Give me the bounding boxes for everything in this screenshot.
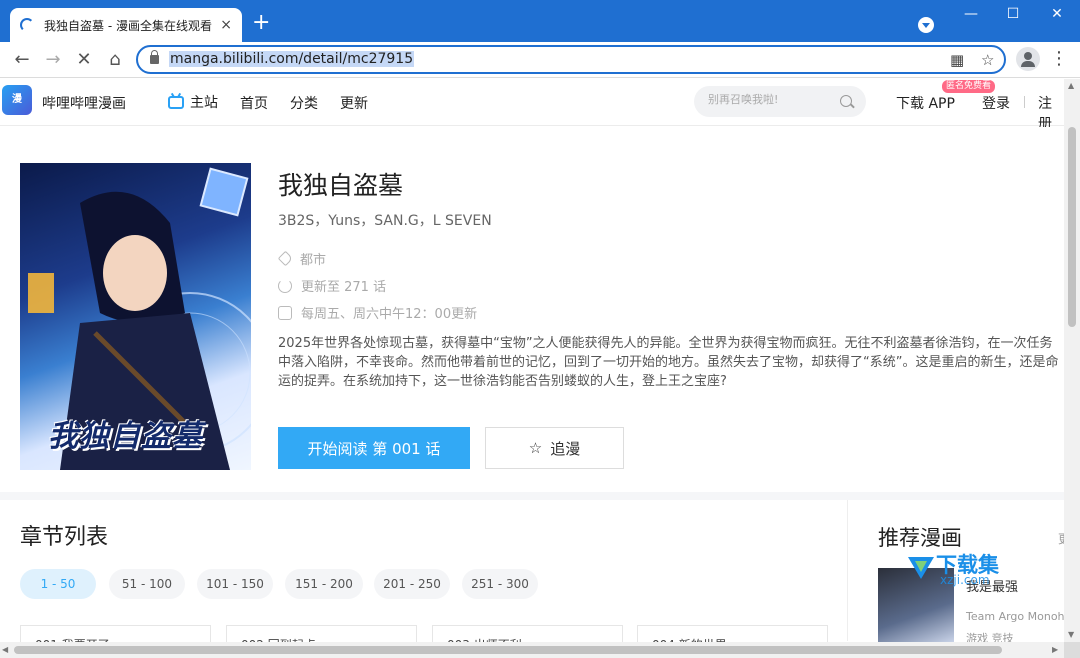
header-divider: [1024, 96, 1025, 108]
browser-toolbar: ← → ✕ ⌂ manga.bilibili.com/detail/mc2791…: [0, 42, 1080, 78]
search-input[interactable]: [708, 93, 828, 106]
login-link[interactable]: 登录: [982, 93, 1010, 113]
recommend-item-title[interactable]: 我是最强: [966, 576, 1018, 595]
comic-title: 我独自盗墓: [278, 171, 404, 200]
search-box[interactable]: [694, 86, 866, 117]
minimize-button[interactable]: —: [956, 6, 986, 22]
vertical-scroll-thumb[interactable]: [1068, 127, 1076, 327]
calendar-icon: [278, 305, 292, 320]
horizontal-scroll-thumb[interactable]: [14, 646, 1002, 654]
scroll-right-icon[interactable]: ▶: [1052, 645, 1058, 654]
free-read-badge: 匿名免费看: [942, 80, 996, 93]
main-site-label: 主站: [190, 95, 218, 111]
qr-code-icon[interactable]: ▦: [950, 51, 964, 69]
scroll-up-icon[interactable]: ▲: [1068, 81, 1074, 90]
vertical-scrollbar[interactable]: ▲ ▼: [1064, 79, 1080, 642]
cover-title-text: 我独自盗墓: [48, 419, 203, 454]
comic-description: 2025年世界各处惊现古墓，获得墓中“宝物”之人便能获得先人的异能。全世界为获得…: [278, 336, 1059, 389]
tab-close-icon[interactable]: ×: [220, 17, 232, 33]
range-tab-1-50[interactable]: 1 - 50: [20, 569, 96, 599]
site-logo[interactable]: 漫: [2, 85, 32, 115]
star-icon: ☆: [528, 439, 543, 457]
main-site-link[interactable]: 主站: [168, 92, 218, 112]
nav-category[interactable]: 分类: [290, 93, 318, 113]
updated-to-text: 更新至 271 话: [301, 280, 387, 295]
comic-authors: 3B2S，Yuns，SAN.G，L SEVEN: [278, 213, 492, 229]
recommend-item-author: Team Argo Monohu: [966, 610, 1072, 623]
recommend-heading: 推荐漫画: [878, 526, 962, 550]
schedule-text: 每周五、周六中午12：00更新: [301, 307, 478, 322]
download-app-link[interactable]: 下载 APP: [896, 93, 955, 113]
nav-home[interactable]: 首页: [240, 93, 268, 113]
browser-menu-icon[interactable]: ⋮: [1050, 48, 1068, 69]
tag-icon: [277, 250, 294, 267]
scroll-left-icon[interactable]: ◀: [2, 645, 8, 654]
range-tab-201-250[interactable]: 201 - 250: [374, 569, 450, 599]
comic-cover-image[interactable]: 我独自盗墓: [20, 163, 251, 470]
scroll-down-icon[interactable]: ▼: [1068, 630, 1074, 639]
genre-tag[interactable]: 都市: [300, 249, 326, 268]
range-tab-51-100[interactable]: 51 - 100: [109, 569, 185, 599]
start-reading-button[interactable]: 开始阅读 第 001 话: [278, 427, 470, 469]
search-icon[interactable]: [840, 95, 852, 107]
bookmark-star-icon[interactable]: ☆: [981, 51, 994, 69]
recommend-cover-image[interactable]: [878, 568, 954, 642]
tab-search-icon[interactable]: [918, 17, 934, 33]
profile-avatar[interactable]: [1016, 47, 1040, 71]
follow-button[interactable]: ☆ 追漫: [485, 427, 624, 469]
horizontal-scrollbar[interactable]: ◀ ▶: [0, 642, 1064, 658]
home-button[interactable]: ⌂: [103, 48, 127, 72]
nav-updates[interactable]: 更新: [340, 93, 368, 113]
loading-spinner-icon: [20, 18, 34, 32]
forward-button[interactable]: →: [41, 48, 65, 72]
scrollbar-corner: [1064, 642, 1080, 658]
genre-row: 都市: [277, 249, 326, 268]
follow-label: 追漫: [550, 439, 581, 458]
back-button[interactable]: ←: [10, 48, 34, 72]
url-text[interactable]: manga.bilibili.com/detail/mc27915: [169, 51, 415, 67]
browser-tab[interactable]: 我独自盗墓 - 漫画全集在线观看 ×: [10, 8, 242, 42]
range-tab-101-150[interactable]: 101 - 150: [197, 569, 273, 599]
browser-titlebar: 我独自盗墓 - 漫画全集在线观看 × + — ☐ ✕: [0, 0, 1080, 42]
section-divider: [0, 492, 1064, 500]
bilibili-tv-icon: [168, 95, 184, 109]
stop-button[interactable]: ✕: [72, 48, 96, 72]
update-row: 更新至 271 话: [278, 276, 386, 295]
range-tab-151-200[interactable]: 151 - 200: [285, 569, 363, 599]
close-window-button[interactable]: ✕: [1042, 6, 1072, 22]
site-brand[interactable]: 哔哩哔哩漫画: [42, 93, 126, 113]
maximize-button[interactable]: ☐: [998, 6, 1028, 22]
range-tab-251-300[interactable]: 251 - 300: [462, 569, 538, 599]
refresh-icon: [278, 278, 292, 293]
tab-title: 我独自盗墓 - 漫画全集在线观看: [44, 18, 212, 33]
chapter-list-heading: 章节列表: [20, 525, 109, 550]
lock-icon[interactable]: [150, 50, 159, 64]
site-header: 漫 哔哩哔哩漫画 主站 首页 分类 更新 下载 APP 匿名免费看 登录 注册: [0, 78, 1064, 132]
address-bar[interactable]: manga.bilibili.com/detail/mc27915 ▦ ☆: [136, 45, 1006, 74]
schedule-row: 每周五、周六中午12：00更新: [278, 303, 477, 322]
new-tab-button[interactable]: +: [252, 12, 270, 34]
